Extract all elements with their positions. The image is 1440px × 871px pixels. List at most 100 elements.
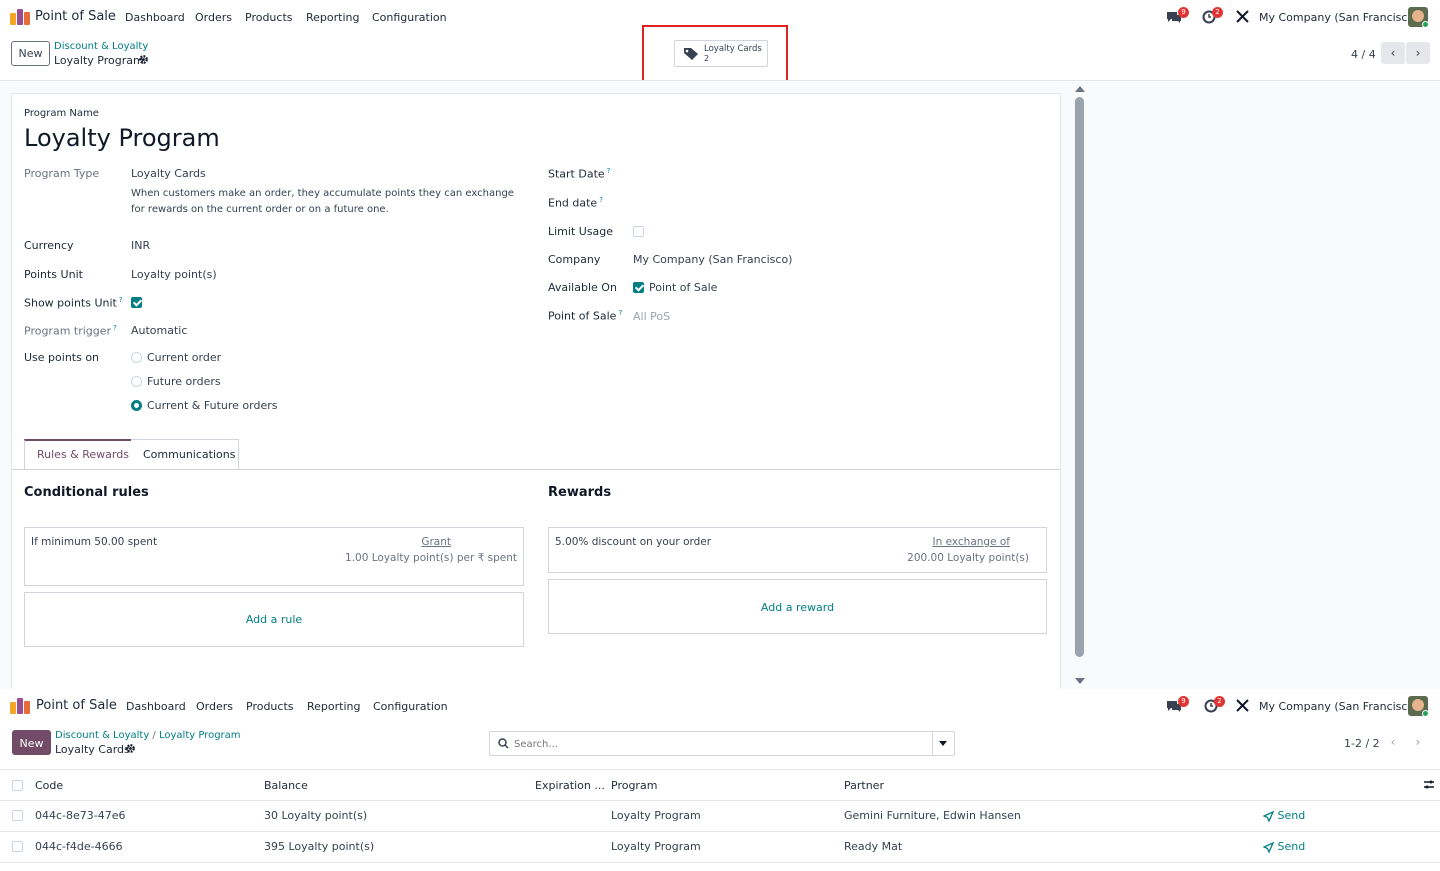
menu-configuration[interactable]: Configuration	[373, 700, 448, 713]
loyalty-cards-smart-button[interactable]: Loyalty Cards 2	[674, 40, 768, 67]
end-date-field[interactable]	[633, 193, 853, 211]
company-switcher[interactable]: My Company (San Francisco)	[1259, 11, 1418, 24]
program-name-field[interactable]: Loyalty Program	[24, 124, 220, 152]
program-type-field[interactable]: Loyalty Cards	[131, 167, 206, 180]
use-points-on-label: Use points on	[24, 351, 100, 364]
menu-reporting[interactable]: Reporting	[307, 700, 360, 713]
pager-value[interactable]: 4 / 4	[1351, 48, 1376, 61]
radio-current-order[interactable]	[131, 352, 142, 363]
pos-app-icon[interactable]	[10, 698, 30, 714]
radio-current-future-orders-label[interactable]: Current & Future orders	[147, 399, 277, 412]
menu-products[interactable]: Products	[245, 11, 293, 24]
rule-grant: 1.00 Loyalty point(s) per ₹ spent	[345, 552, 517, 564]
end-date-label: End date?	[548, 196, 603, 210]
menu-dashboard[interactable]: Dashboard	[125, 11, 185, 24]
show-points-unit-label: Show points Unit?	[24, 296, 123, 310]
breadcrumb-discount-loyalty[interactable]: Discount & Loyalty	[55, 730, 149, 741]
menu-orders[interactable]: Orders	[195, 11, 232, 24]
rule-card[interactable]: If minimum 50.00 spent Grant 1.00 Loyalt…	[24, 527, 524, 586]
debug-tools-icon[interactable]	[1236, 699, 1249, 715]
gear-icon[interactable]	[125, 743, 136, 757]
pos-app-icon[interactable]	[10, 9, 30, 25]
radio-current-future-orders[interactable]	[131, 400, 142, 411]
pager-previous[interactable]: ‹	[1381, 731, 1405, 753]
table-header: Code Balance Expiration ... Program Part…	[0, 770, 1440, 800]
column-balance[interactable]: Balance	[264, 779, 308, 792]
chevron-right-icon: ›	[1415, 735, 1421, 749]
table-row[interactable]: 044c-8e73-47e6 30 Loyalty point(s) Loyal…	[0, 801, 1440, 831]
available-on-pos-label[interactable]: Point of Sale	[649, 281, 717, 294]
new-button[interactable]: New	[11, 41, 50, 66]
column-expiration[interactable]: Expiration ...	[535, 779, 605, 792]
app-title[interactable]: Point of Sale	[35, 9, 116, 24]
column-code[interactable]: Code	[35, 779, 63, 792]
send-button[interactable]: Send	[1262, 840, 1305, 854]
tab-communications[interactable]: Communications	[131, 439, 239, 469]
scroll-up-icon[interactable]	[1075, 86, 1085, 92]
radio-future-orders[interactable]	[131, 376, 142, 387]
column-program[interactable]: Program	[611, 779, 657, 792]
program-trigger-field[interactable]: Automatic	[131, 324, 187, 337]
scrollbar-thumb[interactable]	[1075, 97, 1084, 657]
gear-icon[interactable]	[138, 54, 149, 68]
row-checkbox[interactable]	[12, 841, 23, 852]
search-bar[interactable]	[489, 731, 955, 756]
radio-future-orders-label[interactable]: Future orders	[147, 375, 221, 388]
menu-products[interactable]: Products	[246, 700, 294, 713]
breadcrumb-loyalty-program[interactable]: Loyalty Program	[159, 730, 241, 741]
optional-columns-icon[interactable]	[1423, 779, 1435, 794]
row-checkbox[interactable]	[12, 810, 23, 821]
reward-card[interactable]: 5.00% discount on your order In exchange…	[548, 527, 1047, 573]
form-scrollbar[interactable]	[1072, 86, 1088, 688]
scroll-down-icon[interactable]	[1075, 678, 1085, 684]
search-input[interactable]	[514, 735, 924, 753]
column-partner[interactable]: Partner	[844, 779, 884, 792]
limit-usage-checkbox[interactable]	[633, 226, 644, 237]
point-of-sale-field[interactable]: All PoS	[633, 310, 670, 323]
menu-reporting[interactable]: Reporting	[306, 11, 359, 24]
cell-balance: 30 Loyalty point(s)	[264, 809, 368, 822]
search-options-toggle[interactable]	[932, 732, 954, 755]
cell-code: 044c-f4de-4666	[35, 840, 123, 853]
add-reward-button[interactable]: Add a reward	[548, 579, 1047, 634]
company-switcher[interactable]: My Company (San Francisco)	[1259, 700, 1418, 713]
show-points-unit-checkbox[interactable]	[131, 297, 142, 308]
user-avatar[interactable]	[1408, 696, 1428, 716]
reward-cost: 200.00 Loyalty point(s)	[907, 552, 1029, 564]
pager-previous[interactable]: ‹	[1381, 42, 1405, 64]
currency-field[interactable]: INR	[131, 239, 150, 252]
company-field[interactable]: My Company (San Francisco)	[633, 253, 792, 266]
user-avatar[interactable]	[1408, 7, 1428, 27]
paper-plane-icon	[1262, 841, 1275, 854]
cell-balance: 395 Loyalty point(s)	[264, 840, 375, 853]
smart-button-label: Loyalty Cards	[704, 44, 762, 54]
rule-grant-link[interactable]: Grant	[421, 536, 451, 548]
debug-tools-icon[interactable]	[1236, 10, 1249, 26]
table-row[interactable]: 044c-f4de-4666 395 Loyalty point(s) Loya…	[0, 832, 1440, 862]
conditional-rules-title: Conditional rules	[24, 485, 149, 500]
rule-condition: If minimum 50.00 spent	[31, 536, 158, 548]
add-rule-button[interactable]: Add a rule	[24, 592, 524, 647]
menu-orders[interactable]: Orders	[196, 700, 233, 713]
menu-dashboard[interactable]: Dashboard	[126, 700, 186, 713]
program-name-label: Program Name	[24, 108, 99, 119]
breadcrumb-discount-loyalty[interactable]: Discount & Loyalty	[54, 41, 148, 52]
start-date-field[interactable]	[633, 164, 853, 182]
add-reward-label: Add a reward	[760, 601, 835, 614]
chevron-left-icon: ‹	[1390, 735, 1396, 749]
send-button[interactable]: Send	[1262, 809, 1306, 823]
new-button[interactable]: New	[12, 730, 51, 755]
points-unit-field[interactable]: Loyalty point(s)	[131, 268, 217, 281]
currency-label: Currency	[24, 239, 74, 252]
reward-exchange-link[interactable]: In exchange of	[933, 536, 1011, 548]
send-label: Send	[1277, 809, 1306, 822]
pager-next[interactable]: ›	[1406, 731, 1430, 753]
pager-next[interactable]: ›	[1406, 42, 1430, 64]
select-all-checkbox[interactable]	[12, 780, 23, 791]
app-title[interactable]: Point of Sale	[36, 698, 117, 713]
radio-current-order-label[interactable]: Current order	[147, 351, 221, 364]
menu-configuration[interactable]: Configuration	[372, 11, 447, 24]
tab-rules-rewards[interactable]: Rules & Rewards	[24, 439, 132, 469]
available-on-pos-checkbox[interactable]	[633, 282, 644, 293]
list-pager-value[interactable]: 1-2 / 2	[1344, 737, 1380, 750]
